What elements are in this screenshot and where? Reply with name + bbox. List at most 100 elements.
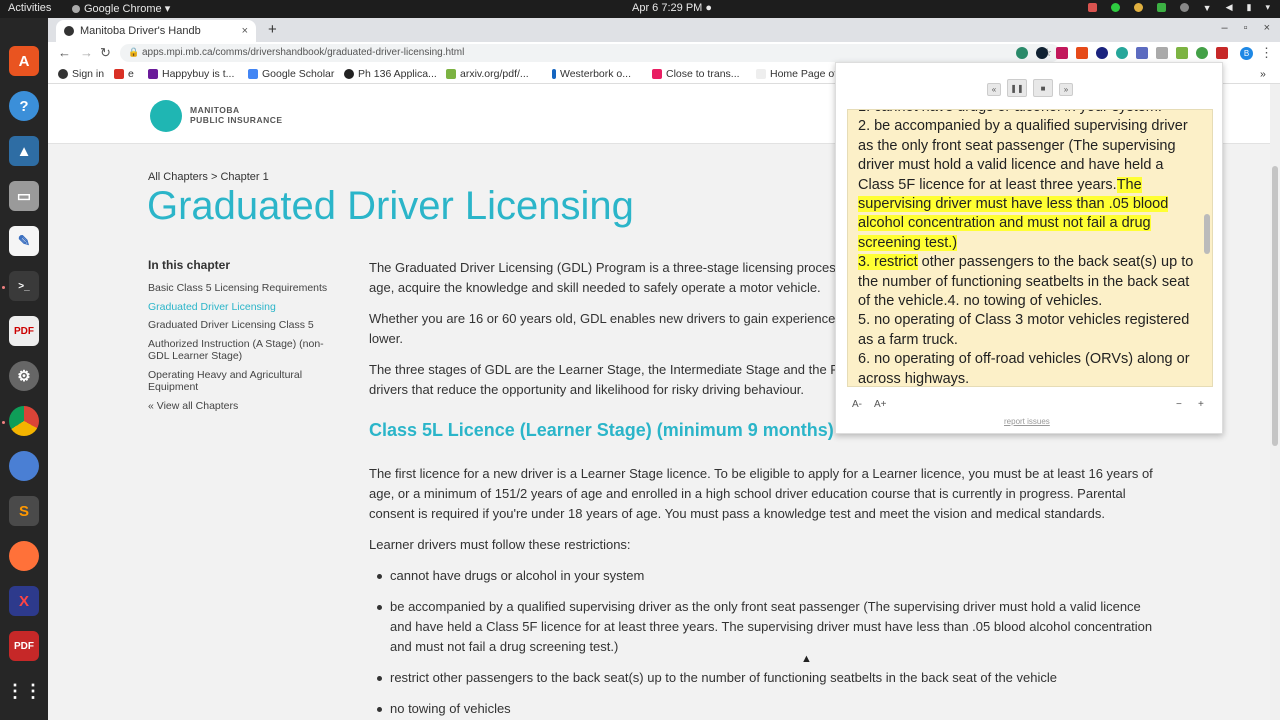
page-scrollbar-thumb[interactable] — [1272, 166, 1278, 446]
stop-button[interactable]: ■ — [1033, 79, 1053, 97]
ubuntu-software-icon[interactable]: A — [9, 46, 39, 76]
terminal-icon[interactable]: >_ — [9, 271, 39, 301]
page-scrollbar[interactable] — [1270, 84, 1280, 720]
pdf-editor-icon[interactable]: PDF — [9, 631, 39, 661]
scholar-icon — [248, 69, 258, 79]
clock-label: Apr 6 7:29 PM — [632, 2, 703, 14]
bookmark-sign-in[interactable]: Sign in — [58, 68, 104, 80]
bookmark-google-scholar[interactable]: Google Scholar — [248, 68, 334, 80]
show-applications-icon[interactable]: ⋮⋮ — [6, 676, 42, 706]
clock[interactable]: Apr 6 7:29 PM ● — [632, 2, 712, 14]
browser-tab[interactable]: Manitoba Driver's Handb × — [56, 20, 256, 42]
address-bar[interactable]: 🔒 apps.mpi.mb.ca/comms/drivershandbook/g… — [120, 44, 1060, 62]
files-icon[interactable]: ▭ — [9, 181, 39, 211]
image-viewer-icon[interactable]: ▲ — [9, 136, 39, 166]
extension-circle-icon[interactable] — [1036, 47, 1048, 59]
lock-icon: 🔒 — [128, 47, 140, 57]
help-icon[interactable]: ? — [9, 91, 39, 121]
battery-icon: ▮ — [1246, 2, 1252, 12]
speed-plus-button[interactable]: + — [1198, 399, 1204, 410]
read-aloud-popup: « ❚❚ ■ » 1. cannot have drugs or alcohol… — [835, 62, 1223, 434]
sidebar-item-authorized-instruction[interactable]: Authorized Instruction (A Stage) (non-GD… — [148, 338, 338, 363]
bookmark-arxiv[interactable]: arxiv.org/pdf/... — [446, 68, 529, 80]
app-menu[interactable]: Google Chrome ▾ — [72, 2, 170, 15]
reader-item-5: 5. no operating of Class 3 motor vehicle… — [858, 312, 1190, 348]
list-item: be accompanied by a qualified supervisin… — [369, 597, 1159, 657]
pause-button[interactable]: ❚❚ — [1007, 79, 1027, 97]
bookmark-home-page[interactable]: Home Page of — [756, 68, 837, 80]
list-item: cannot have drugs or alcohol in your sys… — [369, 566, 1159, 586]
font-smaller-button[interactable]: A- — [852, 399, 862, 410]
extension-lime-icon[interactable] — [1176, 47, 1188, 59]
speed-minus-button[interactable]: − — [1176, 399, 1182, 410]
site-logo-text[interactable]: MANITOBA PUBLIC INSURANCE — [190, 105, 283, 125]
breadcrumb[interactable]: All Chapters > Chapter 1 — [148, 171, 269, 183]
extension-k-icon[interactable] — [1096, 47, 1108, 59]
extension-dot-icon[interactable] — [1196, 47, 1208, 59]
extension-red-icon[interactable] — [1056, 47, 1068, 59]
reader-item-3: 3. restrict other passengers to the back… — [858, 253, 1198, 311]
system-tray[interactable]: ▼ ◀ ▮ ▾ — [1087, 2, 1270, 13]
section-heading: Class 5L Licence (Learner Stage) (minimu… — [369, 420, 834, 440]
tab-close-icon[interactable]: × — [242, 25, 248, 37]
tab-bar: Manitoba Driver's Handb × + – ▫ × — [48, 18, 1280, 42]
profile-avatar[interactable]: B — [1240, 47, 1253, 60]
sublime-text-icon[interactable]: S — [9, 496, 39, 526]
github-icon — [344, 69, 354, 79]
read-aloud-extension-icon[interactable] — [1216, 47, 1228, 59]
reader-text: 1. cannot have drugs or alcohol in your … — [858, 110, 1198, 386]
bookmark-ph136[interactable]: Ph 136 Applica... — [344, 68, 437, 80]
font-larger-button[interactable]: A+ — [874, 399, 887, 410]
maximize-icon[interactable]: ▫ — [1244, 22, 1248, 34]
bookmark-happybuy[interactable]: Happybuy is t... — [148, 68, 234, 80]
list-item: no towing of vehicles — [369, 699, 1159, 719]
extension-wave-icon[interactable] — [1016, 47, 1028, 59]
bookmark-label: e — [128, 68, 134, 80]
reader-text-panel[interactable]: 1. cannot have drugs or alcohol in your … — [847, 109, 1213, 387]
bookmarks-overflow-icon[interactable]: » — [1260, 68, 1266, 80]
sidebar-item-basic-class-5[interactable]: Basic Class 5 Licensing Requirements — [148, 282, 338, 295]
rewind-button[interactable]: « — [987, 83, 1001, 96]
extension-green-icon[interactable] — [1116, 47, 1128, 59]
reader-scrollbar[interactable] — [1204, 114, 1210, 384]
bookmark-westerbork[interactable]: Westerbork o... — [552, 68, 631, 80]
back-button[interactable]: ← — [58, 45, 71, 60]
extension-camera-icon[interactable] — [1136, 47, 1148, 59]
sidebar-item-gdl-class-5[interactable]: Graduated Driver Licensing Class 5 — [148, 319, 338, 332]
volume-icon: ◀ — [1225, 2, 1233, 12]
sidebar-item-all-chapters[interactable]: « View all Chapters — [148, 400, 338, 413]
reader-item-2: 2. be accompanied by a qualified supervi… — [858, 117, 1198, 253]
firefox-icon[interactable] — [9, 541, 39, 571]
chromium-icon[interactable] — [9, 451, 39, 481]
activities-button[interactable]: Activities — [8, 2, 51, 14]
close-window-icon[interactable]: × — [1264, 22, 1270, 34]
reader-scrollbar-thumb[interactable] — [1204, 214, 1210, 254]
chrome-dock-icon[interactable] — [9, 406, 39, 436]
list-item: restrict other passengers to the back se… — [369, 668, 1159, 688]
vpn-icon — [1156, 3, 1166, 12]
chrome-tray-icon — [1133, 3, 1143, 12]
sidebar-item-heavy-equipment[interactable]: Operating Heavy and Agricultural Equipme… — [148, 369, 338, 394]
bookmark-gmail[interactable]: e — [114, 68, 134, 80]
bookmark-close-to-trans[interactable]: Close to trans... — [652, 68, 740, 80]
minimize-icon[interactable]: – — [1222, 22, 1228, 34]
bookmark-label: Westerbork o... — [560, 68, 631, 80]
text-editor-icon[interactable]: ✎ — [9, 226, 39, 256]
report-issues-link[interactable]: report issues — [1004, 417, 1050, 426]
extension-orange-icon[interactable] — [1076, 47, 1088, 59]
mpi-logo-icon[interactable] — [150, 100, 182, 132]
forward-button[interactable]: → — [80, 45, 93, 60]
extension-grid-icon[interactable] — [1156, 47, 1168, 59]
sidebar-item-gdl[interactable]: Graduated Driver Licensing — [148, 301, 338, 314]
chapter-sidebar: In this chapter Basic Class 5 Licensing … — [148, 258, 338, 418]
forward-button[interactable]: » — [1059, 83, 1073, 96]
reader-text-highlight: 3. restrict — [858, 254, 918, 271]
mouse-cursor-icon: ▲ — [801, 653, 812, 665]
xournal-icon[interactable]: X — [9, 586, 39, 616]
settings-icon[interactable]: ⚙ — [9, 361, 39, 391]
reader-line-1: 1. cannot have drugs or alcohol in your … — [858, 110, 1198, 117]
document-viewer-icon[interactable]: PDF — [9, 316, 39, 346]
reload-button[interactable]: ↻ — [100, 45, 111, 61]
new-tab-button[interactable]: + — [268, 21, 277, 38]
chrome-menu-icon[interactable]: ⋮ — [1260, 45, 1273, 61]
